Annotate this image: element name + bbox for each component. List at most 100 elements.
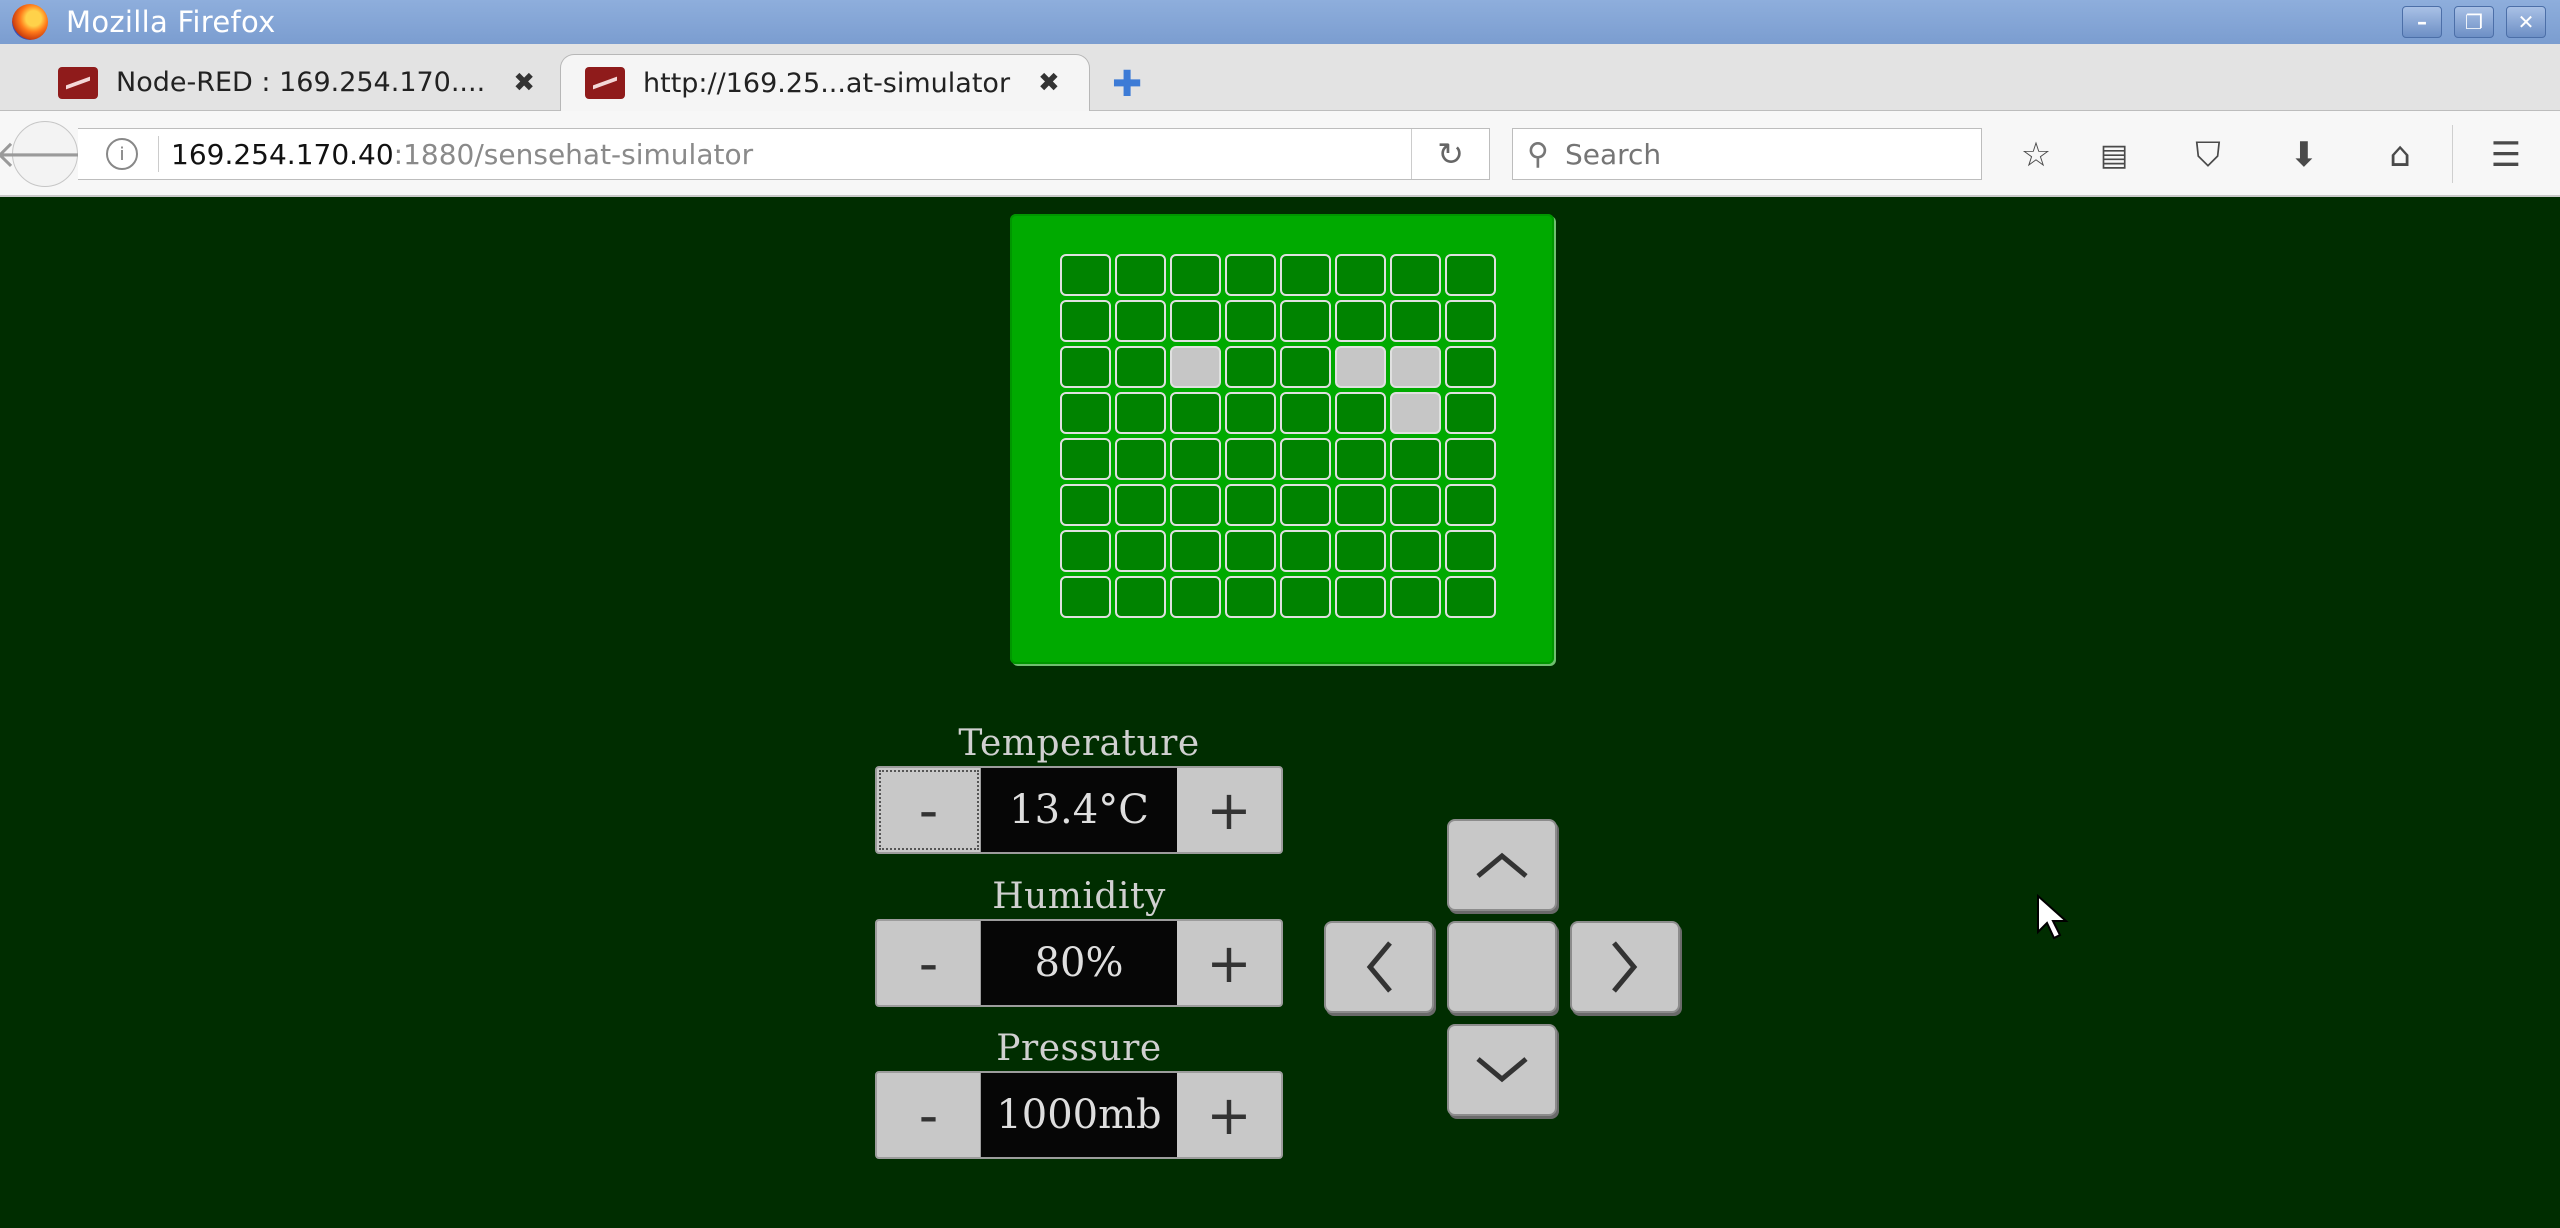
hamburger-menu-icon[interactable]: ☰ <box>2484 133 2528 177</box>
led-pixel <box>1280 484 1331 526</box>
new-tab-plus-icon[interactable]: ✚ <box>1112 64 1142 105</box>
humidity-decrease-button[interactable]: - <box>877 921 981 1005</box>
led-pixel <box>1445 484 1496 526</box>
led-pixel <box>1280 392 1331 434</box>
temperature-decrease-button[interactable]: - <box>877 768 981 852</box>
restore-button[interactable]: ❐ <box>2454 6 2494 38</box>
window-controls: – ❐ ✕ <box>2402 6 2546 38</box>
led-pixel <box>1445 346 1496 388</box>
close-tab-icon[interactable]: ✖ <box>513 68 535 98</box>
temperature-value: 13.4°C <box>981 768 1177 852</box>
humidity-stepper: - 80% + <box>875 919 1283 1007</box>
mouse-cursor-icon <box>2037 894 2069 940</box>
led-pixel <box>1225 392 1276 434</box>
pressure-label: Pressure <box>996 1028 1162 1069</box>
humidity-control: Humidity - 80% + <box>875 875 1283 1007</box>
tab-sensehat-simulator[interactable]: http://169.25...at-simulator ✖ <box>560 54 1090 111</box>
led-pixel <box>1170 300 1221 342</box>
led-pixel <box>1115 484 1166 526</box>
led-pixel <box>1115 346 1166 388</box>
led-pixel <box>1060 300 1111 342</box>
firefox-logo-icon <box>12 4 48 40</box>
led-pixel <box>1170 530 1221 572</box>
bookmark-star-icon[interactable]: ☆ <box>2014 133 2058 177</box>
led-pixel <box>1225 484 1276 526</box>
url-bar[interactable]: i 169.254.170.40:1880/sensehat-simulator… <box>78 128 1490 180</box>
led-pixel <box>1390 300 1441 342</box>
minimize-button[interactable]: – <box>2402 6 2442 38</box>
led-pixel <box>1115 576 1166 618</box>
joystick-center-button[interactable] <box>1447 921 1557 1013</box>
led-pixel <box>1170 576 1221 618</box>
led-pixel <box>1060 346 1111 388</box>
temperature-label: Temperature <box>958 723 1200 764</box>
temperature-control: Temperature - 13.4°C + <box>875 722 1283 854</box>
led-pixel <box>1335 438 1386 480</box>
joystick-left-button[interactable] <box>1324 921 1434 1013</box>
led-pixel <box>1225 438 1276 480</box>
close-tab-icon[interactable]: ✖ <box>1038 68 1060 98</box>
led-pixel <box>1390 484 1441 526</box>
simulator-page: Temperature - 13.4°C + Humidity - 80% + … <box>0 197 2560 1228</box>
pressure-stepper: - 1000mb + <box>875 1071 1283 1159</box>
temperature-stepper: - 13.4°C + <box>875 766 1283 854</box>
humidity-value: 80% <box>981 921 1177 1005</box>
led-pixel <box>1115 438 1166 480</box>
led-pixel <box>1115 530 1166 572</box>
joystick-up-button[interactable] <box>1447 819 1557 911</box>
led-pixel <box>1335 530 1386 572</box>
led-pixel <box>1390 438 1441 480</box>
led-pixel <box>1335 392 1386 434</box>
led-pixel <box>1170 392 1221 434</box>
search-input[interactable] <box>1562 136 1943 172</box>
home-icon[interactable]: ⌂ <box>2378 133 2422 177</box>
close-window-button[interactable]: ✕ <box>2506 6 2546 38</box>
led-pixel <box>1445 392 1496 434</box>
led-pixel <box>1060 392 1111 434</box>
led-pixel <box>1115 300 1166 342</box>
led-pixel <box>1225 530 1276 572</box>
url-separator <box>158 136 159 172</box>
joystick-down-button[interactable] <box>1447 1024 1557 1116</box>
window-titlebar: Mozilla Firefox – ❐ ✕ <box>0 0 2560 44</box>
led-pixel <box>1060 576 1111 618</box>
tab-node-red[interactable]: Node-RED : 169.254.170.... ✖ <box>58 54 538 111</box>
led-pixel <box>1390 392 1441 434</box>
led-pixel <box>1280 438 1331 480</box>
site-info-icon[interactable]: i <box>106 138 138 170</box>
pressure-value: 1000mb <box>981 1073 1177 1157</box>
temperature-increase-button[interactable]: + <box>1177 768 1281 852</box>
led-pixel <box>1335 254 1386 296</box>
node-red-favicon-icon <box>585 67 625 99</box>
reload-icon[interactable]: ↻ <box>1411 129 1489 179</box>
led-pixel <box>1335 576 1386 618</box>
humidity-increase-button[interactable]: + <box>1177 921 1281 1005</box>
led-pixel <box>1170 254 1221 296</box>
pressure-increase-button[interactable]: + <box>1177 1073 1281 1157</box>
led-matrix-board <box>1010 214 1554 664</box>
tab-strip: Node-RED : 169.254.170.... ✖ http://169.… <box>0 44 2560 111</box>
node-red-favicon-icon <box>58 66 98 99</box>
led-pixel <box>1280 254 1331 296</box>
left-chevron-icon <box>1366 941 1392 993</box>
joystick-right-button[interactable] <box>1570 921 1680 1013</box>
download-arrow-icon[interactable]: ⬇ <box>2282 133 2326 177</box>
down-chevron-icon <box>1476 1057 1528 1083</box>
pocket-icon[interactable]: ⛉ <box>2186 133 2230 177</box>
led-pixel <box>1115 392 1166 434</box>
reading-list-icon[interactable]: ▤ <box>2092 133 2136 177</box>
toolbar-separator <box>2452 125 2453 183</box>
tab-label: Node-RED : 169.254.170.... <box>116 67 486 98</box>
search-box[interactable]: ⚲ <box>1512 128 1982 180</box>
pressure-decrease-button[interactable]: - <box>877 1073 981 1157</box>
navigation-toolbar: 🡐 i 169.254.170.40:1880/sensehat-simulat… <box>0 111 2560 197</box>
led-pixel <box>1060 254 1111 296</box>
led-pixel <box>1280 530 1331 572</box>
humidity-label: Humidity <box>992 876 1166 917</box>
led-pixel <box>1445 576 1496 618</box>
led-pixel <box>1445 530 1496 572</box>
led-pixel <box>1390 254 1441 296</box>
led-pixel <box>1060 530 1111 572</box>
led-pixel <box>1445 438 1496 480</box>
back-arrow-icon[interactable]: 🡐 <box>0 121 96 187</box>
